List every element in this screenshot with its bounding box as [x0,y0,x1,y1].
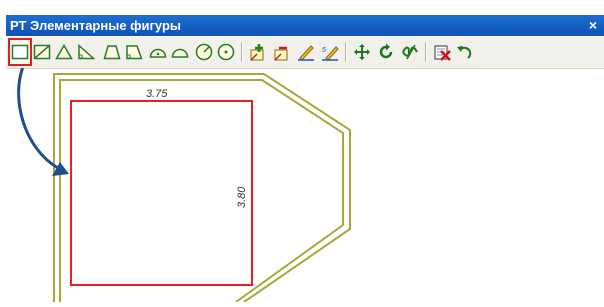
delete-shape-button[interactable] [432,40,452,64]
trapezoid-tool-button[interactable] [102,40,122,64]
right-trapezoid-tool-button[interactable] [124,40,144,64]
triangle-tool-icon [55,44,73,60]
move-button[interactable] [352,40,372,64]
circle-radius-tool-icon [195,43,213,61]
inner-offset-outline [59,79,344,303]
svg-text:5: 5 [322,47,326,54]
rectangle-diagonal-tool-icon [33,44,51,60]
rotate-icon [379,43,393,59]
edit-dimension-icon [298,45,314,61]
arc-tool-button[interactable] [170,40,190,64]
window-titlebar: РТ Элементарные фигуры × [6,15,604,36]
toolbar-separator [345,42,347,62]
height-dimension-label: 3.80 [236,186,248,208]
width-dimension-label: 3.75 [146,88,168,100]
shapes-toolbar: 5 [6,37,604,69]
arc-tool-icon [171,48,189,58]
mirror-button[interactable] [400,40,420,64]
undo-button[interactable] [454,40,474,64]
circle-center-tool-button[interactable] [216,40,236,64]
rectangle-diagonal-tool-button[interactable] [32,40,52,64]
triangle-tool-button[interactable] [54,40,74,64]
mirror-icon [402,44,418,60]
drawing-canvas[interactable]: 3.75 3.80 [0,63,604,303]
move-icon [354,44,370,60]
insert-point-button[interactable] [248,40,268,64]
edit-all-dimensions-icon: 5 [322,46,339,61]
rectangle-tool-button[interactable] [8,38,32,66]
right-triangle-tool-icon [78,44,95,60]
toolbar-separator [425,42,427,62]
toolbar-separator [241,42,243,62]
rotate-button[interactable] [376,40,396,64]
rectangle-tool-icon [11,44,29,60]
delete-point-button[interactable] [272,40,292,64]
half-circle-center-tool-button[interactable] [148,40,168,64]
pointer-arrow-icon [17,63,59,170]
rectangle-shape[interactable] [70,100,253,286]
undo-icon [457,46,472,59]
window-title: РТ Элементарные фигуры [10,18,182,33]
right-trapezoid-tool-icon [126,45,143,60]
edit-all-dimensions-button[interactable]: 5 [320,40,340,64]
delete-shape-icon [434,45,451,61]
right-triangle-tool-button[interactable] [76,40,96,64]
shapes-window: РТ Элементарные фигуры × 5 3.75 3.80 [0,0,604,303]
insert-point-icon [250,44,264,61]
trapezoid-tool-icon [103,45,121,60]
circle-radius-tool-button[interactable] [194,40,214,64]
drawing-area: 3.75 3.80 [17,63,351,303]
half-circle-center-tool-icon [149,48,167,58]
edit-dimension-button[interactable] [296,40,316,64]
delete-point-icon [274,46,288,61]
close-icon[interactable]: × [586,15,600,36]
circle-center-tool-icon [217,43,235,61]
